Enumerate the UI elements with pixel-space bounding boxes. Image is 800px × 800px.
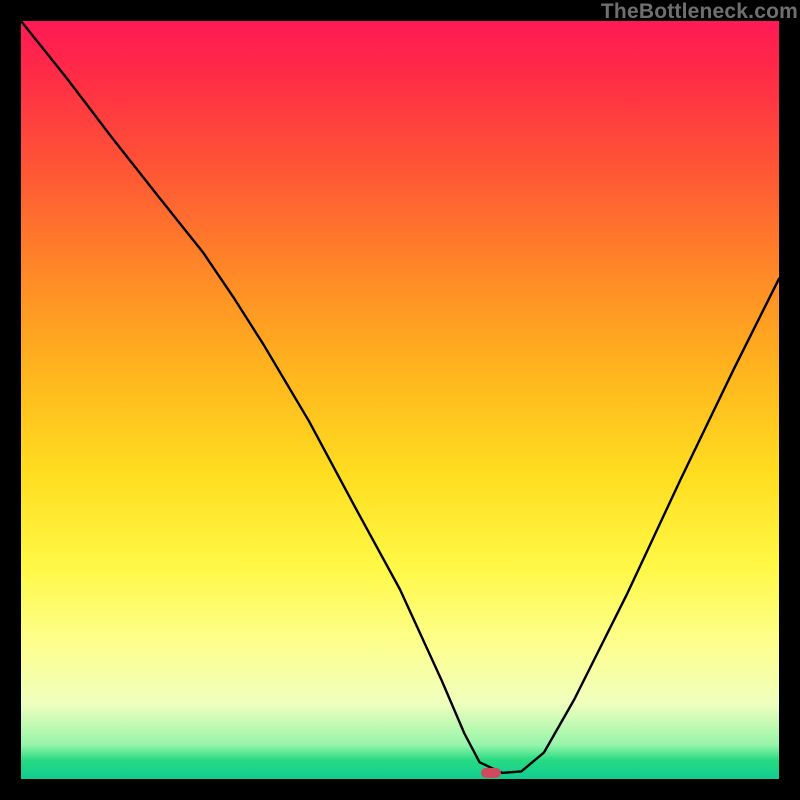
plot-area (21, 21, 779, 779)
bottleneck-curve (21, 21, 779, 773)
optimum-marker (481, 768, 501, 778)
chart-frame: TheBottleneck.com (0, 0, 800, 800)
curve-svg (21, 21, 779, 779)
watermark-label: TheBottleneck.com (601, 0, 798, 24)
